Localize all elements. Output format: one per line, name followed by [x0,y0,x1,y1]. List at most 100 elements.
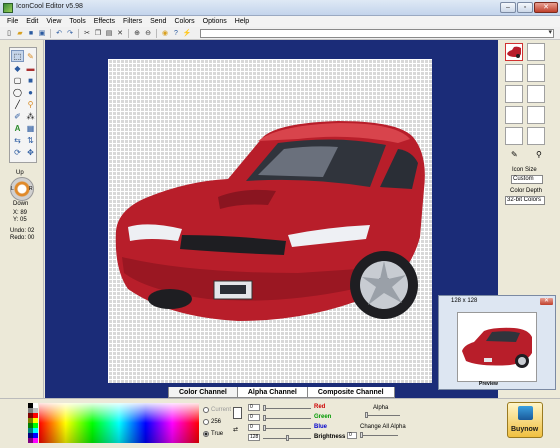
nav-left-label[interactable]: L [11,186,14,192]
change-all-alpha-slider[interactable] [360,432,398,438]
rectangle-icon[interactable]: ▢ [11,74,24,86]
icon-thumbnail[interactable] [505,43,523,61]
filled-ellipse-icon[interactable]: ● [24,86,37,98]
minimize-button[interactable]: – [500,2,516,13]
icon-thumbnail[interactable] [505,85,523,103]
palette-swatch[interactable] [33,438,38,443]
alpha-value[interactable]: 0 [347,432,357,439]
icon-thumbnail[interactable] [505,106,523,124]
capture-icon[interactable]: ◉ [160,28,170,38]
tab-color-channel[interactable]: Color Channel [168,387,238,398]
dropper-icon[interactable]: ⚲ [24,98,37,110]
red-slider-thumb[interactable] [263,405,266,411]
menu-effects[interactable]: Effects [90,16,119,27]
brush-icon[interactable]: ✐ [11,110,24,122]
send-icon[interactable]: ⚡ [182,28,192,38]
menu-help[interactable]: Help [231,16,253,27]
alpha-slider[interactable] [365,412,400,418]
undo-count: Undo: 02 [10,228,35,234]
ellipse-icon[interactable]: ◯ [11,86,24,98]
pen-icon[interactable]: ✎ [511,150,518,159]
line-icon[interactable]: ╱ [11,98,24,110]
preview-image [457,312,537,382]
red-value[interactable]: 0 [248,404,260,411]
brightness-slider[interactable] [263,435,311,441]
copy-icon[interactable]: ❐ [93,28,103,38]
spray-icon[interactable]: ⁂ [24,110,37,122]
cut-icon[interactable]: ✂ [82,28,92,38]
undo-icon[interactable]: ↶ [54,28,64,38]
pixel-canvas[interactable] [108,59,432,383]
menu-file[interactable]: File [3,16,22,27]
zoom-out-icon[interactable]: ⊖ [143,28,153,38]
color-spectrum[interactable] [39,403,199,443]
icon-thumbnail[interactable] [505,64,523,82]
magnifier-icon[interactable]: ⚲ [536,150,542,159]
green-value[interactable]: 0 [248,414,260,421]
paste-icon[interactable]: ▤ [104,28,114,38]
brightness-slider-thumb[interactable] [286,435,289,441]
red-slider[interactable] [263,405,311,411]
menu-filters[interactable]: Filters [119,16,146,27]
icon-thumbnail[interactable] [527,127,545,145]
mode-current-radio[interactable]: Current [203,407,231,413]
mode-256-radio[interactable]: 256 [203,419,221,425]
nav-up-label[interactable]: Up [16,170,24,176]
green-slider[interactable] [263,415,311,421]
eraser-icon[interactable]: ▬ [24,62,37,74]
menu-colors[interactable]: Colors [170,16,198,27]
icon-thumbnail[interactable] [505,127,523,145]
icon-thumbnail[interactable] [527,106,545,124]
tab-alpha-channel[interactable]: Alpha Channel [236,387,308,398]
gradient-icon[interactable]: ▦ [24,122,37,134]
green-slider-thumb[interactable] [263,415,266,421]
menu-options[interactable]: Options [199,16,231,27]
alpha-slider-thumb[interactable] [365,412,368,418]
color-palette[interactable] [28,403,38,443]
menu-view[interactable]: View [42,16,65,27]
flip-horizontal-icon[interactable]: ⇆ [11,134,24,146]
zoom-in-icon[interactable]: ⊕ [132,28,142,38]
save-icon[interactable]: ■ [26,28,36,38]
help-icon[interactable]: ? [171,28,181,38]
rotate-icon[interactable]: ⟳ [11,146,24,158]
icon-thumbnail[interactable] [527,43,545,61]
redo-icon[interactable]: ↷ [65,28,75,38]
preview-close-button[interactable]: ✕ [540,298,553,305]
select-icon[interactable]: ⬚ [11,50,24,62]
maximize-button[interactable]: ▫ [517,2,533,13]
open-icon[interactable]: ▰ [15,28,25,38]
nav-right-label[interactable]: R [29,186,33,192]
menu-edit[interactable]: Edit [22,16,42,27]
mode-true-radio[interactable]: True [203,431,223,437]
swap-colors-icon[interactable]: ⇄ [233,426,238,433]
blue-slider-thumb[interactable] [263,425,266,431]
filled-rectangle-icon[interactable]: ■ [24,74,37,86]
preview-window[interactable]: 128 x 128 ✕ Preview [438,295,556,390]
fill-icon[interactable]: ◆ [11,62,24,74]
icon-size-select[interactable]: Custom [511,175,543,184]
buy-now-icon [518,406,533,420]
move-icon[interactable]: ✥ [24,146,37,158]
delete-icon[interactable]: ✕ [115,28,125,38]
nav-down-label[interactable]: Down [13,201,28,207]
new-icon[interactable]: ▯ [4,28,14,38]
menu-tools[interactable]: Tools [65,16,89,27]
flip-vertical-icon[interactable]: ⇅ [24,134,37,146]
color-depth-select[interactable]: 32-bit Colors [505,196,545,205]
text-icon[interactable]: A [11,122,24,134]
blue-value[interactable]: 0 [248,424,260,431]
close-button[interactable]: ✕ [534,2,558,13]
current-color-box[interactable] [233,407,242,419]
icon-thumbnail[interactable] [527,64,545,82]
toolbar-combo[interactable] [200,28,554,38]
tab-composite-channel[interactable]: Composite Channel [306,387,395,398]
pencil-icon[interactable]: ✎ [24,50,37,62]
icon-thumbnail[interactable] [527,85,545,103]
buy-now-button[interactable]: Buynow [507,402,543,438]
brightness-value[interactable]: 128 [248,434,260,441]
change-all-alpha-thumb[interactable] [360,432,363,438]
menu-send[interactable]: Send [146,16,170,27]
save-as-icon[interactable]: ▣ [37,28,47,38]
blue-slider[interactable] [263,425,311,431]
